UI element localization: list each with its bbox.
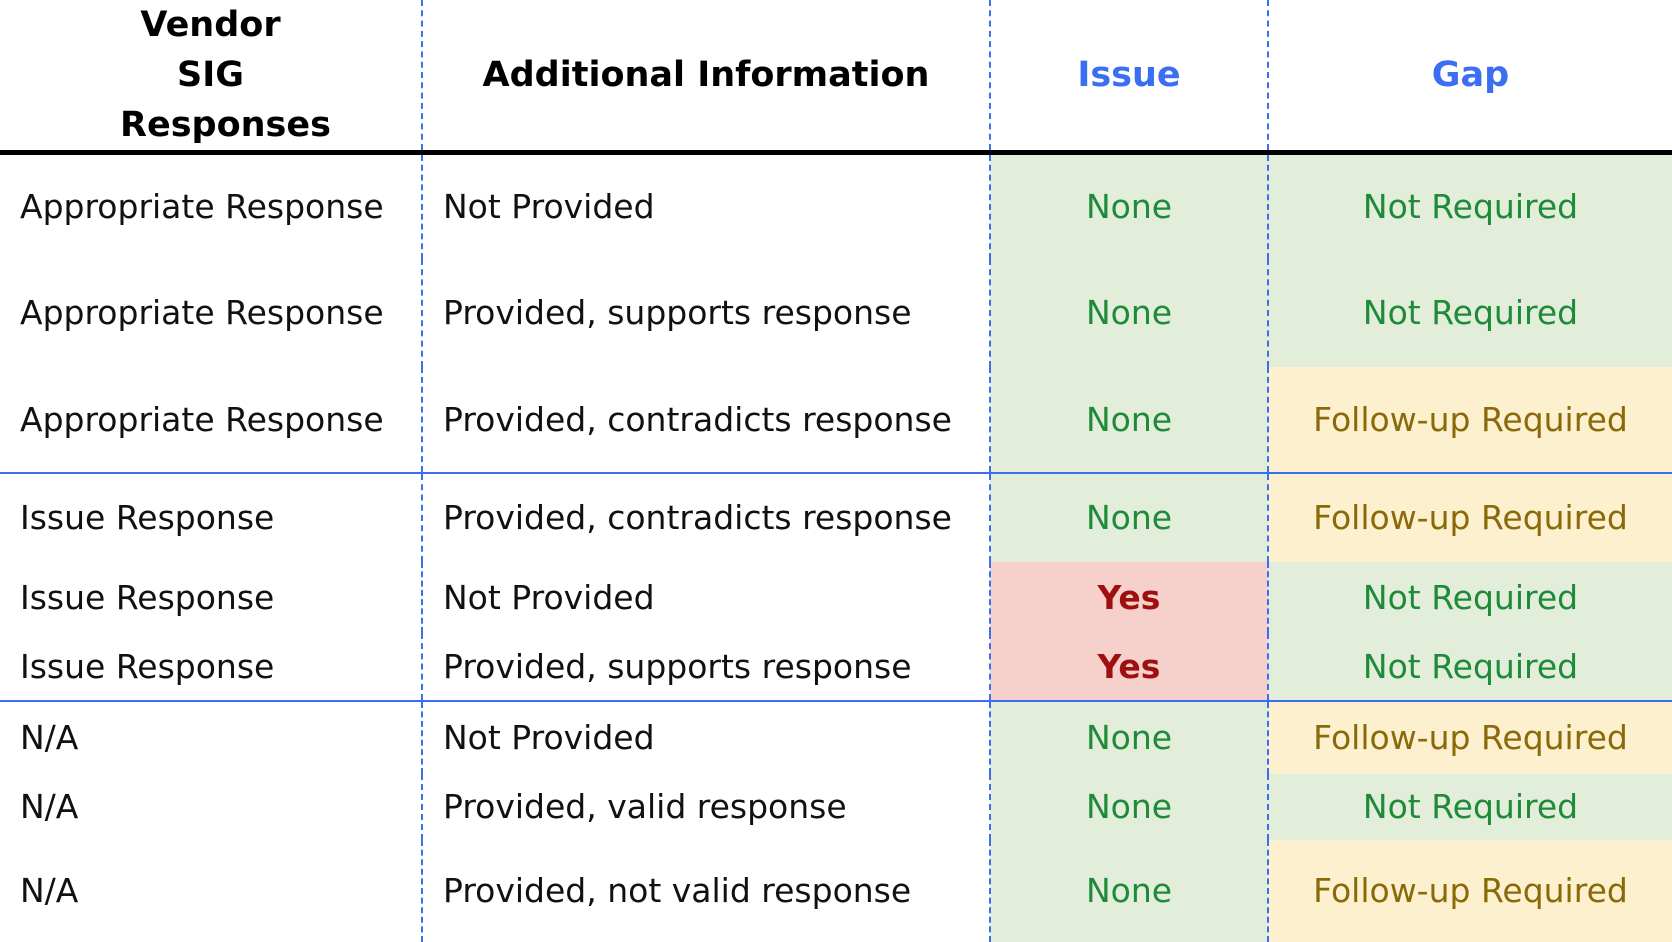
vendor-response-cell: N/A [20,871,79,910]
issue-cell: Yes [989,632,1268,701]
table-row: Appropriate Response Provided, supports r… [0,258,1672,367]
additional-info-cell: Provided, contradicts response [421,471,990,562]
header-vendor-sig-responses: Vendor SIG Responses [0,0,422,155]
gap-cell: Follow-up Required [1267,471,1672,562]
vendor-response-cell: Appropriate Response [20,187,384,227]
vendor-response-cell: Issue Response [0,471,422,562]
vendor-response-cell: Issue Response [20,646,275,686]
additional-info-cell: Provided, not valid response [421,839,990,942]
sig-response-table: Vendor SIG Responses Additional Informat… [0,0,1672,942]
header-additional-information: Additional Information [421,0,990,155]
gap-cell: Not Required [1267,561,1672,633]
table-row: Issue Response Not Provided Yes Not Require… [0,561,1672,633]
table-row: N/A Not Provided None Follow-up Required [0,699,1672,774]
gap-cell: Follow-up Required [1267,366,1672,473]
additional-info-cell: Provided, supports response [421,632,990,701]
table-row: Appropriate Response Provided, contradict… [0,366,1672,473]
vendor-response-cell: N/A [20,787,79,826]
issue-cell: None [989,471,1268,562]
issue-cell: None [989,839,1268,942]
vendor-response-cell: Appropriate Response [20,293,384,332]
issue-cell: Yes [989,561,1268,633]
vendor-response-cell: Issue Response [20,577,275,617]
additional-info-cell: Provided, contradicts response [421,366,990,473]
additional-info-cell: Not Provided [421,152,990,259]
issue-cell: None [989,258,1268,367]
additional-info-cell: Not Provided [421,561,990,633]
gap-cell: Follow-up Required [1267,699,1672,774]
additional-info-cell: Provided, supports response [421,258,990,367]
table-row: Issue Response Provided, contradicts resp… [0,471,1672,562]
issue-cell: None [989,366,1268,473]
gap-cell: Not Required [1267,152,1672,259]
table-row: N/A Provided, valid response None Not Requi… [0,773,1672,840]
header-issue: Issue [989,0,1268,155]
vendor-response-cell: Appropriate Response [20,399,384,439]
vendor-response-cell: N/A [0,699,422,774]
gap-cell: Not Required [1267,258,1672,367]
gap-cell: Follow-up Required [1267,839,1672,942]
gap-cell: Not Required [1267,632,1672,701]
table-row: N/A Provided, not valid response None Follo… [0,839,1672,942]
table-row: Issue Response Provided, supports respons… [0,632,1672,701]
header-gap: Gap [1267,0,1672,155]
issue-cell: None [989,773,1268,840]
header-row: Vendor SIG Responses Additional Informat… [0,0,1672,155]
additional-info-cell: Provided, valid response [421,773,990,840]
issue-cell: None [989,152,1268,259]
issue-cell: None [989,699,1268,774]
additional-info-cell: Not Provided [421,699,990,774]
table-row: Appropriate Response Not Provided None Not … [0,152,1672,259]
gap-cell: Not Required [1267,773,1672,840]
